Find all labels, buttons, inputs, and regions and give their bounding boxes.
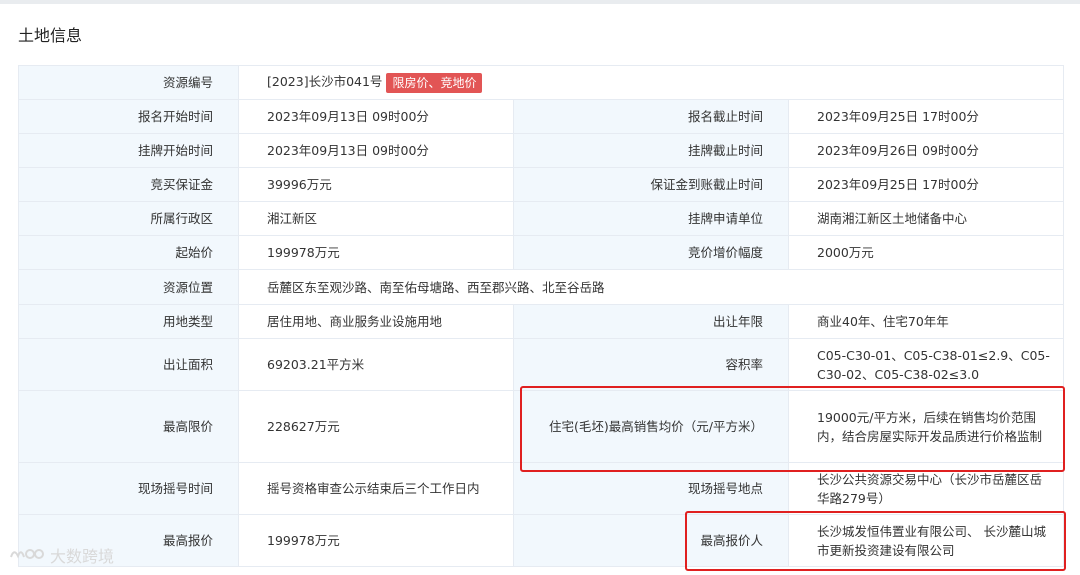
label-plot-ratio: 容积率 <box>513 338 789 391</box>
watermark: 大数跨境 <box>8 543 114 567</box>
value-deposit-deadline: 2023年09月25日 17时00分 <box>788 167 1064 202</box>
value-location: 岳麓区东至观沙路、南至佑母塘路、西至郡兴路、北至谷岳路 <box>238 269 1064 305</box>
value-signup-end: 2023年09月25日 17时00分 <box>788 99 1064 134</box>
table-row: 挂牌开始时间 2023年09月13日 09时00分 挂牌截止时间 2023年09… <box>18 133 1064 168</box>
table-row: 用地类型 居住用地、商业服务业设施用地 出让年限 商业40年、住宅70年年 <box>18 304 1064 339</box>
value-area: 69203.21平方米 <box>238 338 514 391</box>
value-resource-id: [2023]长沙市041号 限房价、竞地价 <box>238 65 1064 100</box>
land-info-table: 资源编号 [2023]长沙市041号 限房价、竞地价 报名开始时间 2023年09… <box>18 65 1064 567</box>
table-row: 竞买保证金 39996万元 保证金到账截止时间 2023年09月25日 17时0… <box>18 167 1064 202</box>
value-district: 湘江新区 <box>238 201 514 236</box>
value-highest-bid: 199978万元 <box>238 514 514 567</box>
highlight-box-sale-price <box>520 386 1065 472</box>
value-signup-start: 2023年09月13日 09时00分 <box>238 99 514 134</box>
label-lease-term: 出让年限 <box>513 304 789 339</box>
value-lottery-time: 摇号资格审查公示结束后三个工作日内 <box>238 462 514 515</box>
value-plot-ratio: C05-C30-01、C05-C38-01≤2.9、C05-C30-02、C05… <box>788 338 1064 391</box>
value-start-price: 199978万元 <box>238 235 514 270</box>
label-listing-start: 挂牌开始时间 <box>18 133 239 168</box>
label-area: 出让面积 <box>18 338 239 391</box>
label-bid-increment: 竞价增价幅度 <box>513 235 789 270</box>
label-land-use: 用地类型 <box>18 304 239 339</box>
watermark-logo-icon <box>10 549 44 559</box>
table-row: 资源位置 岳麓区东至观沙路、南至佑母塘路、西至郡兴路、北至谷岳路 <box>18 269 1064 305</box>
watermark-text: 大数跨境 <box>50 547 115 566</box>
label-listing-end: 挂牌截止时间 <box>513 133 789 168</box>
value-max-price: 228627万元 <box>238 390 514 463</box>
table-row: 起始价 199978万元 竞价增价幅度 2000万元 <box>18 235 1064 270</box>
resource-id-text: [2023]长沙市041号 <box>267 74 383 90</box>
label-applicant-unit: 挂牌申请单位 <box>513 201 789 236</box>
label-location: 资源位置 <box>18 269 239 305</box>
label-lottery-time: 现场摇号时间 <box>18 462 239 515</box>
label-resource-id: 资源编号 <box>18 65 239 100</box>
table-row: 所属行政区 湘江新区 挂牌申请单位 湖南湘江新区土地储备中心 <box>18 201 1064 236</box>
value-listing-end: 2023年09月26日 09时00分 <box>788 133 1064 168</box>
label-deposit: 竞买保证金 <box>18 167 239 202</box>
value-bid-increment: 2000万元 <box>788 235 1064 270</box>
value-listing-start: 2023年09月13日 09时00分 <box>238 133 514 168</box>
label-deposit-deadline: 保证金到账截止时间 <box>513 167 789 202</box>
value-deposit: 39996万元 <box>238 167 514 202</box>
label-signup-end: 报名截止时间 <box>513 99 789 134</box>
top-border <box>0 0 1080 4</box>
table-row: 资源编号 [2023]长沙市041号 限房价、竞地价 <box>18 65 1064 100</box>
label-max-price: 最高限价 <box>18 390 239 463</box>
label-district: 所属行政区 <box>18 201 239 236</box>
table-row: 报名开始时间 2023年09月13日 09时00分 报名截止时间 2023年09… <box>18 99 1064 134</box>
label-start-price: 起始价 <box>18 235 239 270</box>
table-row: 出让面积 69203.21平方米 容积率 C05-C30-01、C05-C38-… <box>18 338 1064 391</box>
value-lease-term: 商业40年、住宅70年年 <box>788 304 1064 339</box>
value-applicant-unit: 湖南湘江新区土地储备中心 <box>788 201 1064 236</box>
value-land-use: 居住用地、商业服务业设施用地 <box>238 304 514 339</box>
highlight-box-bidder <box>685 511 1066 571</box>
restriction-badge: 限房价、竞地价 <box>386 72 483 93</box>
section-title: 土地信息 <box>18 26 83 45</box>
label-signup-start: 报名开始时间 <box>18 99 239 134</box>
